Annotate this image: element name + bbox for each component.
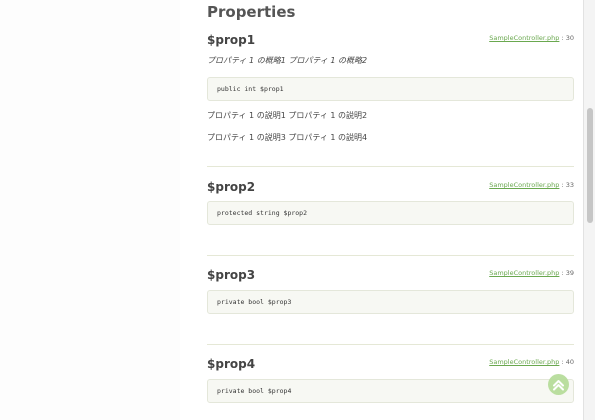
scrollbar-thumb[interactable] xyxy=(587,108,593,223)
property-description: プロパティ 1 の説明3 プロパティ 1 の説明4 xyxy=(207,133,368,142)
source-file-link[interactable]: SampleController.php xyxy=(489,181,559,189)
scrollbar[interactable] xyxy=(583,0,595,420)
property-signature: private bool $prop3 xyxy=(207,290,574,314)
property-header: $prop1 SampleController.php : 30 xyxy=(207,32,574,50)
property-summary: プロパティ 1 の概略1 プロパティ 1 の概略2 xyxy=(207,56,368,65)
property-prop2: $prop2 SampleController.php : 33 protect… xyxy=(207,179,574,225)
divider xyxy=(207,166,574,167)
property-header: $prop4 SampleController.php : 40 xyxy=(207,356,574,374)
source-line-number: : 40 xyxy=(559,358,574,366)
divider xyxy=(207,344,574,345)
property-name: $prop2 xyxy=(207,180,256,194)
property-prop4: $prop4 SampleController.php : 40 private… xyxy=(207,356,574,403)
property-source: SampleController.php : 30 xyxy=(489,33,574,43)
property-signature: protected string $prop2 xyxy=(207,201,574,225)
divider xyxy=(207,255,574,256)
property-name: $prop4 xyxy=(207,357,256,371)
property-description: プロパティ 1 の説明1 プロパティ 1 の説明2 xyxy=(207,111,368,120)
source-line-number: : 30 xyxy=(559,34,574,42)
property-signature: private bool $prop4 xyxy=(207,379,574,403)
chevron-up-icon xyxy=(553,380,564,391)
property-name: $prop3 xyxy=(207,268,256,282)
property-signature: public int $prop1 xyxy=(207,77,574,101)
property-source: SampleController.php : 39 xyxy=(489,268,574,278)
property-header: $prop2 SampleController.php : 33 xyxy=(207,179,574,197)
scroll-to-top-button[interactable] xyxy=(548,374,569,395)
property-source: SampleController.php : 33 xyxy=(489,180,574,190)
source-line-number: : 39 xyxy=(559,269,574,277)
property-prop3: $prop3 SampleController.php : 39 private… xyxy=(207,267,574,314)
sidebar-background xyxy=(0,0,180,420)
section-title: Properties xyxy=(207,3,296,21)
property-prop1: $prop1 SampleController.php : 30 プロパティ 1… xyxy=(207,32,574,144)
source-line-number: : 33 xyxy=(559,181,574,189)
source-file-link[interactable]: SampleController.php xyxy=(489,34,559,42)
source-file-link[interactable]: SampleController.php xyxy=(489,358,559,366)
main-content: Properties $prop1 SampleController.php :… xyxy=(207,0,574,403)
property-name: $prop1 xyxy=(207,33,256,47)
property-header: $prop3 SampleController.php : 39 xyxy=(207,267,574,285)
source-file-link[interactable]: SampleController.php xyxy=(489,269,559,277)
property-source: SampleController.php : 40 xyxy=(489,357,574,367)
